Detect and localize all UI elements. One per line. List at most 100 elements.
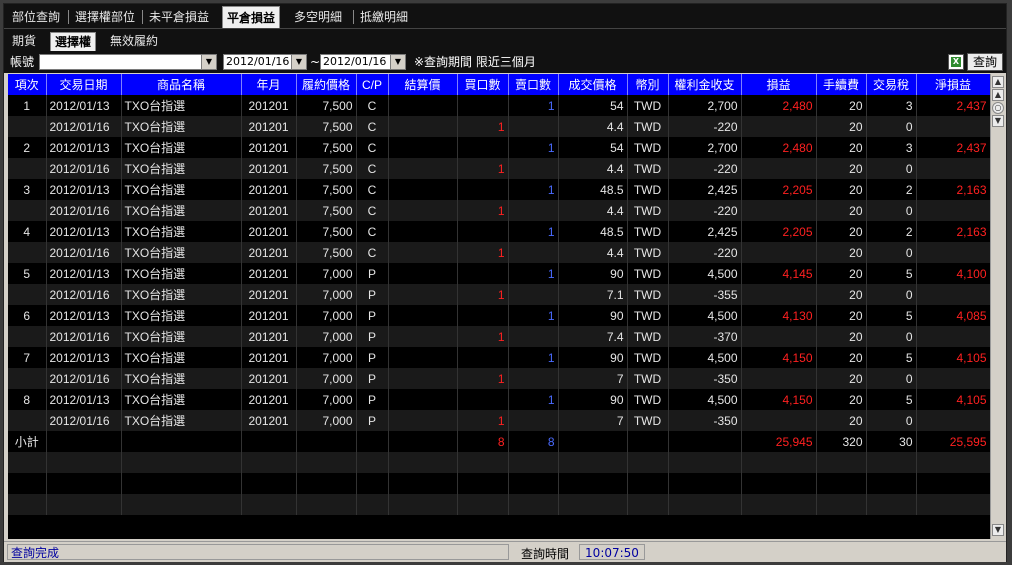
table-cell (508, 284, 559, 305)
table-row[interactable]: 2012/01/16 TXO台指選 201201 7,000 P 1 7.1 TWD -355 2… (8, 284, 990, 305)
table-cell (8, 242, 47, 263)
table-row[interactable]: 2012/01/16 TXO台指選 201201 7,500 C 1 4.4 TWD -220 2… (8, 242, 990, 263)
column-header[interactable]: 損益 (741, 74, 817, 95)
table-row[interactable]: 6 2012/01/13 TXO台指選 201201 7,000 P 1 90 TWD 4,500… (8, 305, 990, 326)
tab-option-position[interactable]: 選擇權部位 (71, 7, 139, 27)
date-to-select[interactable]: 2012/01/16 ▼ (320, 54, 406, 70)
main-tab-bar: 部位查詢 選擇權部位 未平倉損益 平倉損益 多空明細 抵繳明細 (4, 4, 1006, 29)
table-cell (241, 473, 297, 494)
chevron-down-icon[interactable]: ▼ (390, 55, 405, 69)
table-cell: 1 (508, 347, 559, 368)
table-cell: 2012/01/16 (46, 410, 122, 431)
table-cell (627, 494, 669, 515)
column-header[interactable]: 手續費 (816, 74, 867, 95)
column-header[interactable]: 商品名稱 (121, 74, 242, 95)
table-cell: TXO台指選 (121, 347, 242, 368)
table-cell: 7,500 (296, 116, 357, 137)
table-row[interactable]: 3 2012/01/13 TXO台指選 201201 7,500 C 1 48.5 TWD 2,4… (8, 179, 990, 200)
table-cell: 1 (457, 284, 509, 305)
column-header[interactable]: 淨損益 (916, 74, 990, 95)
table-cell (508, 326, 559, 347)
column-header[interactable]: 交易稅 (866, 74, 917, 95)
scroll-bottom-icon[interactable]: ▼ (992, 115, 1004, 127)
tab-position-query[interactable]: 部位查詢 (8, 7, 64, 27)
scroll-up-icon[interactable]: ▲ (992, 89, 1004, 101)
table-row[interactable]: 2012/01/16 TXO台指選 201201 7,500 C 1 4.4 TWD -220 2… (8, 158, 990, 179)
table-cell (388, 389, 458, 410)
table-cell: TXO台指選 (121, 410, 242, 431)
table-cell: 201201 (241, 137, 297, 158)
tab-open-pnl[interactable]: 未平倉損益 (145, 7, 213, 27)
column-header[interactable]: C/P (356, 74, 389, 95)
column-header[interactable]: 結算價 (388, 74, 458, 95)
subtab-futures[interactable]: 期貨 (8, 32, 40, 50)
table-cell (508, 494, 559, 515)
table-row[interactable]: 2012/01/16 TXO台指選 201201 7,000 P 1 7 TWD -350 20 0 (8, 368, 990, 389)
table-cell (121, 473, 242, 494)
account-select[interactable]: ▼ (39, 54, 217, 70)
table-row[interactable]: 2012/01/16 TXO台指選 201201 7,500 C 1 4.4 TWD -220 2… (8, 200, 990, 221)
table-row[interactable]: 5 2012/01/13 TXO台指選 201201 7,000 P 1 90 TWD 4,500… (8, 263, 990, 284)
table-cell: 0 (866, 116, 917, 137)
table-cell: -220 (668, 116, 742, 137)
tab-long-short-detail[interactable]: 多空明細 (290, 7, 346, 27)
table-cell (8, 284, 47, 305)
subtotal-row: 小計 8 8 25,945 320 30 25,595 (8, 431, 990, 452)
table-cell: 20 (816, 221, 867, 242)
table-cell (8, 473, 47, 494)
table-cell: 7,000 (296, 305, 357, 326)
date-from-select[interactable]: 2012/01/16 ▼ (223, 54, 307, 70)
scroll-thumb[interactable]: ○ (992, 102, 1004, 114)
query-bar: 帳號 ▼ 2012/01/16 ▼ ~ 2012/01/16 ▼ ※查詢期間 限… (4, 51, 1006, 73)
table-row[interactable]: 7 2012/01/13 TXO台指選 201201 7,000 P 1 90 TWD 4,500… (8, 347, 990, 368)
table-row[interactable]: 2012/01/16 TXO台指選 201201 7,000 P 1 7.4 TWD -370 2… (8, 326, 990, 347)
table-row[interactable]: 1 2012/01/13 TXO台指選 201201 7,500 C 1 54 TWD 2,700… (8, 95, 990, 116)
chevron-down-icon[interactable]: ▼ (201, 55, 216, 69)
subtotal-cell (121, 431, 242, 452)
table-cell: 7.4 (558, 326, 628, 347)
table-cell (916, 410, 990, 431)
scroll-top-icon[interactable]: ▲ (992, 76, 1004, 88)
table-cell: TWD (627, 137, 669, 158)
table-row[interactable]: 4 2012/01/13 TXO台指選 201201 7,500 C 1 48.5 TWD 2,4… (8, 221, 990, 242)
scroll-down-icon[interactable]: ▼ (992, 524, 1004, 536)
app-window: 部位查詢 選擇權部位 未平倉損益 平倉損益 多空明細 抵繳明細 期貨 選擇權 無… (3, 3, 1007, 562)
table-cell: TWD (627, 326, 669, 347)
column-header[interactable]: 履約價格 (296, 74, 357, 95)
query-button[interactable]: 查詢 (967, 53, 1003, 71)
table-cell: 1 (508, 179, 559, 200)
column-header[interactable]: 年月 (241, 74, 297, 95)
column-header[interactable]: 權利金收支 (668, 74, 742, 95)
vertical-scrollbar[interactable]: ▲ ▲ ○ ▼ ▼ (990, 74, 1005, 539)
table-cell: 4,130 (741, 305, 817, 326)
tab-collateral-detail[interactable]: 抵繳明細 (356, 7, 412, 27)
column-header[interactable]: 買口數 (457, 74, 509, 95)
table-cell: TXO台指選 (121, 284, 242, 305)
column-header[interactable]: 成交價格 (558, 74, 628, 95)
table-cell (816, 494, 867, 515)
chevron-down-icon[interactable]: ▼ (291, 55, 306, 69)
table-cell (668, 452, 742, 473)
table-row[interactable]: 8 2012/01/13 TXO台指選 201201 7,000 P 1 90 TWD 4,500… (8, 389, 990, 410)
column-header[interactable]: 幣別 (627, 74, 669, 95)
table-cell: 4,150 (741, 389, 817, 410)
table-cell: 4,150 (741, 347, 817, 368)
table-cell (8, 452, 47, 473)
subtotal-cell (388, 431, 458, 452)
tab-closed-pnl[interactable]: 平倉損益 (222, 6, 281, 29)
table-cell: TWD (627, 368, 669, 389)
subtab-invalid-exercise[interactable]: 無效履約 (106, 32, 162, 50)
table-cell (457, 305, 509, 326)
table-row[interactable]: 2 2012/01/13 TXO台指選 201201 7,500 C 1 54 TWD 2,700… (8, 137, 990, 158)
subtab-options[interactable]: 選擇權 (50, 32, 97, 51)
table-cell: 0 (866, 158, 917, 179)
table-cell (388, 326, 458, 347)
table-row[interactable]: 2012/01/16 TXO台指選 201201 7,000 P 1 7 TWD -350 20 0 (8, 410, 990, 431)
column-header[interactable]: 項次 (8, 74, 47, 95)
table-cell: TXO台指選 (121, 326, 242, 347)
table-cell: 201201 (241, 368, 297, 389)
column-header[interactable]: 交易日期 (46, 74, 122, 95)
excel-export-button[interactable]: X (948, 54, 964, 70)
table-row[interactable]: 2012/01/16 TXO台指選 201201 7,500 C 1 4.4 TWD -220 2… (8, 116, 990, 137)
column-header[interactable]: 賣口數 (508, 74, 559, 95)
